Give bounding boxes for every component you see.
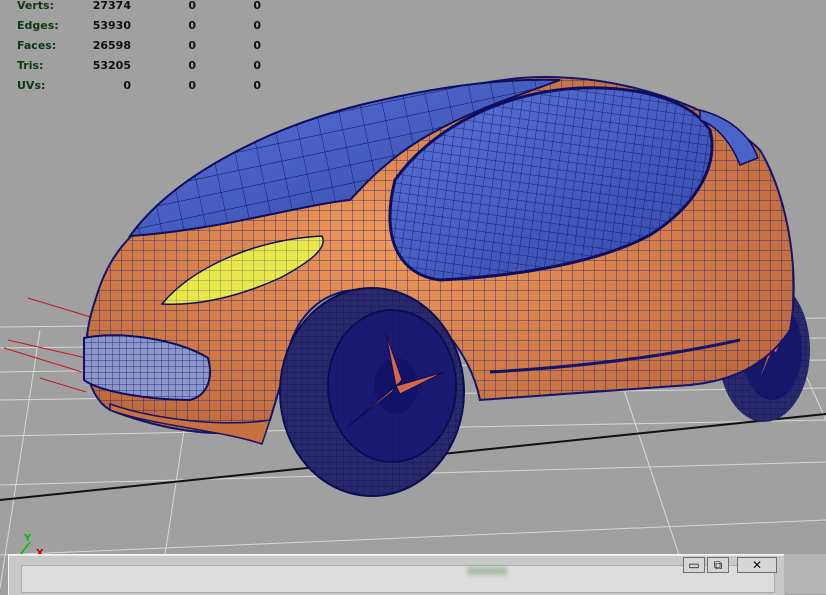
hud-value: 27374 xyxy=(92,0,131,12)
hud-label: Tris: xyxy=(17,59,44,72)
3d-viewport[interactable]: Verts: 27374 0 0 Edges: 53930 0 0 Faces:… xyxy=(0,0,826,588)
hud-label: UVs: xyxy=(17,79,46,92)
hud-value: 0 xyxy=(123,79,131,92)
hud-value: 0 xyxy=(253,79,261,92)
panel-blurred-label xyxy=(467,567,507,575)
minimize-button[interactable]: ▭ xyxy=(683,557,705,573)
hud-value: 0 xyxy=(188,0,196,12)
hud-label: Faces: xyxy=(17,39,57,52)
hud-value: 0 xyxy=(253,19,261,32)
hud-label: Verts: xyxy=(17,0,55,12)
hud-value: 0 xyxy=(188,39,196,52)
hud-value: 0 xyxy=(188,59,196,72)
front-wheel xyxy=(279,287,465,497)
hud-value: 53205 xyxy=(92,59,131,72)
hud-value: 26598 xyxy=(92,39,131,52)
floating-panel-window[interactable]: ▭ ⧉ ✕ xyxy=(8,554,785,595)
hud-value: 0 xyxy=(188,79,196,92)
car-model[interactable] xyxy=(83,76,810,497)
hud-value: 53930 xyxy=(92,19,131,32)
restore-button[interactable]: ⧉ xyxy=(707,557,729,573)
panel-content xyxy=(21,565,775,593)
window-controls: ▭ ⧉ ✕ xyxy=(683,557,777,573)
hud-value: 0 xyxy=(253,39,261,52)
panel-side-gap xyxy=(784,554,826,594)
axis-y-label: Y xyxy=(24,533,32,544)
close-button[interactable]: ✕ xyxy=(737,557,777,573)
hud-value: 0 xyxy=(253,59,261,72)
hud-label: Edges: xyxy=(17,19,59,32)
hud-value: 0 xyxy=(188,19,196,32)
hud-value: 0 xyxy=(253,0,261,12)
